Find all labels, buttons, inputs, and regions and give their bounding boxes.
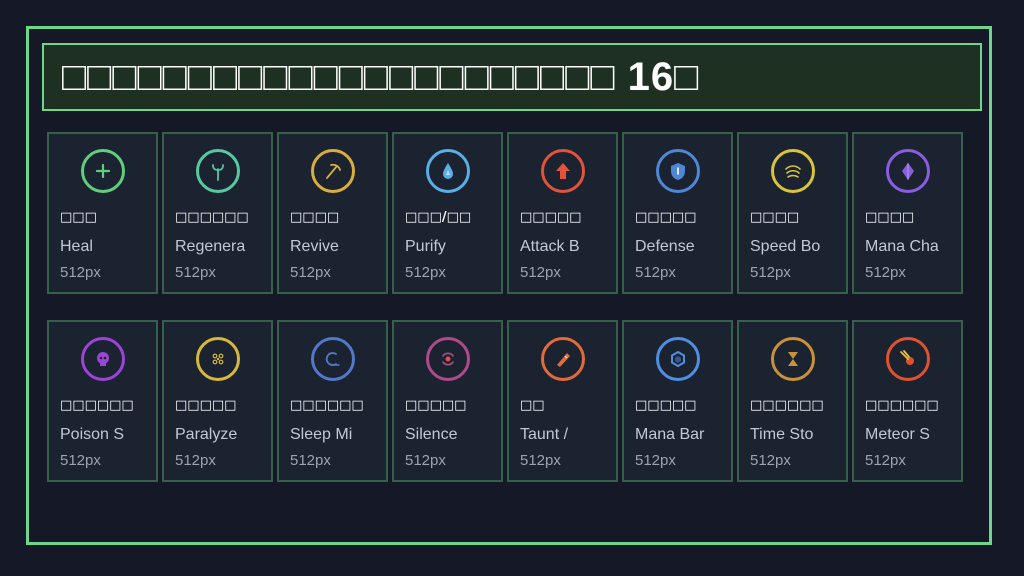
meteor-icon [886,337,930,381]
skill-name-en: Heal [60,238,93,255]
plus-icon [81,149,125,193]
skill-name-en: Meteor S [865,426,930,443]
icon-size-label: 512px [865,264,906,281]
skill-name-en: Defense [635,238,695,255]
skill-name-jp: □□□□□ [520,210,582,225]
skill-name-jp: □□□□□□ [750,398,824,413]
skill-name-jp: □□□□□□ [865,398,939,413]
drop-icon [426,149,470,193]
grid-row-2: □□□□□□ Poison S 512px □□□□□ Paralyze 512px □□□… [47,320,967,482]
skill-name-en: Attack B [520,238,580,255]
icon-size-label: 512px [750,452,791,469]
icon-size-label: 512px [290,264,331,281]
icon-size-label: 512px [520,264,561,281]
skill-card[interactable]: □□□□□ Paralyze 512px [162,320,273,482]
icon-size-label: 512px [520,452,561,469]
moon-icon [311,337,355,381]
icon-size-label: 512px [60,264,101,281]
skill-name-jp: □□□□□ [635,210,697,225]
regen-icon [196,149,240,193]
icon-size-label: 512px [405,452,446,469]
skill-card[interactable]: □□□□□□ Poison S 512px [47,320,158,482]
icon-size-label: 512px [175,452,216,469]
skill-name-jp: □□□□ [865,210,915,225]
skill-name-jp: □□□□□ [635,398,697,413]
hourglass-icon [771,337,815,381]
skill-card[interactable]: □□□□ Mana Cha 512px [852,132,963,294]
skill-name-jp: □□□□ [750,210,800,225]
sparks-icon [196,337,240,381]
arrow-up-icon [541,149,585,193]
skill-card[interactable]: □□□□□□ Regenera 512px [162,132,273,294]
skill-card[interactable]: □□□ Heal 512px [47,132,158,294]
icon-size-label: 512px [635,264,676,281]
skull-icon [81,337,125,381]
skill-name-en: Regenera [175,238,246,255]
icon-size-label: 512px [635,452,676,469]
grid-row-1: □□□ Heal 512px □□□□□□ Regenera 512px □□□□ Reviv… [47,132,967,294]
skill-card[interactable]: □□□□□□ Sleep Mi 512px [277,320,388,482]
skill-card[interactable]: □□□□ Revive 512px [277,132,388,294]
skill-name-en: Silence [405,426,458,443]
icon-size-label: 512px [175,264,216,281]
skill-name-jp: □□□□□□ [60,398,134,413]
skill-name-jp: □□□□ [290,210,340,225]
wind-icon [771,149,815,193]
skill-name-en: Speed Bo [750,238,821,255]
skill-name-en: Mana Cha [865,238,939,255]
icon-size-label: 512px [60,452,101,469]
skill-name-en: Revive [290,238,339,255]
skill-icon-grid: □□□ Heal 512px □□□□□□ Regenera 512px □□□□ Reviv… [47,132,967,482]
skill-name-jp: □□ [520,398,545,413]
icon-size-label: 512px [405,264,446,281]
skill-name-en: Sleep Mi [290,426,353,443]
skill-name-jp: □□□/□□ [405,210,472,225]
skill-name-jp: □□□□□□ [175,210,249,225]
silence-icon [426,337,470,381]
skill-card[interactable]: □□□/□□ Purify 512px [392,132,503,294]
skill-card[interactable]: □□□□□ Mana Bar 512px [622,320,733,482]
title-bar: □□□□□□□□□□□□□□□□□□□□□□ 16□ [42,43,982,111]
skill-card[interactable]: □□□□□□ Time Sto 512px [737,320,848,482]
icon-size-label: 512px [865,452,906,469]
icon-size-label: 512px [290,452,331,469]
taunt-icon [541,337,585,381]
shield-icon [656,149,700,193]
skill-name-en: Purify [405,238,446,255]
skill-name-en: Time Sto [750,426,814,443]
skill-card[interactable]: □□□□□ Defense 512px [622,132,733,294]
skill-card[interactable]: □□□□ Speed Bo 512px [737,132,848,294]
skill-card[interactable]: □□ Taunt / 512px [507,320,618,482]
skill-name-en: Taunt / [520,426,569,443]
skill-name-en: Mana Bar [635,426,705,443]
skill-name-jp: □□□□□ [405,398,467,413]
skill-card[interactable]: □□□□□ Attack B 512px [507,132,618,294]
skill-name-jp: □□□ [60,210,97,225]
skill-name-jp: □□□□□ [175,398,237,413]
hexagon-icon [656,337,700,381]
page-title: □□□□□□□□□□□□□□□□□□□□□□ 16□ [62,54,700,99]
skill-card[interactable]: □□□□□□ Meteor S 512px [852,320,963,482]
revive-icon [311,149,355,193]
skill-name-jp: □□□□□□ [290,398,364,413]
skill-name-en: Paralyze [175,426,238,443]
skill-card[interactable]: □□□□□ Silence 512px [392,320,503,482]
icon-size-label: 512px [750,264,791,281]
skill-name-en: Poison S [60,426,125,443]
crystal-icon [886,149,930,193]
